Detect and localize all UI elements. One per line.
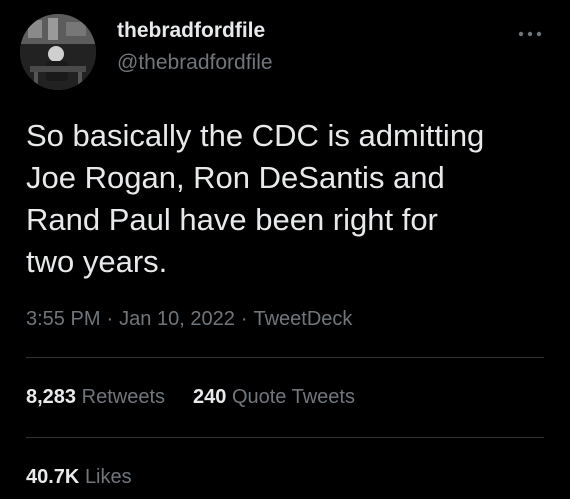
likes-stats: 40.7K Likes: [26, 466, 132, 489]
tweet-date[interactable]: Jan 10, 2022: [119, 308, 235, 330]
quote-tweets-count: 240: [193, 386, 227, 408]
engagement-stats: 8,283 Retweets 240 Quote Tweets: [26, 386, 355, 409]
more-dots-icon[interactable]: [515, 26, 545, 42]
likes-stat[interactable]: 40.7K Likes: [26, 466, 132, 489]
divider: [26, 437, 544, 438]
tweet-metadata: 3:55 PM · Jan 10, 2022 · TweetDeck: [26, 308, 352, 331]
divider: [26, 357, 544, 358]
quote-tweets-label: Quote Tweets: [231, 386, 355, 408]
author-handle[interactable]: @thebradfordfile: [117, 51, 273, 75]
likes-label: Likes: [84, 466, 132, 488]
likes-count: 40.7K: [26, 466, 80, 488]
tweet-source[interactable]: TweetDeck: [253, 308, 352, 330]
retweets-count: 8,283: [26, 386, 77, 408]
avatar[interactable]: [20, 14, 96, 90]
retweets-label: Retweets: [81, 386, 165, 408]
tweet-time[interactable]: 3:55 PM: [26, 308, 100, 330]
avatar-photo-icon: [20, 14, 96, 90]
meta-separator: ·: [106, 308, 114, 330]
retweets-stat[interactable]: 8,283 Retweets: [26, 386, 165, 409]
meta-separator: ·: [240, 308, 248, 330]
tweet-text: So basically the CDC is admitting Joe Ro…: [26, 118, 485, 279]
quote-tweets-stat[interactable]: 240 Quote Tweets: [193, 386, 355, 409]
author-display-name[interactable]: thebradfordfile: [117, 19, 265, 43]
